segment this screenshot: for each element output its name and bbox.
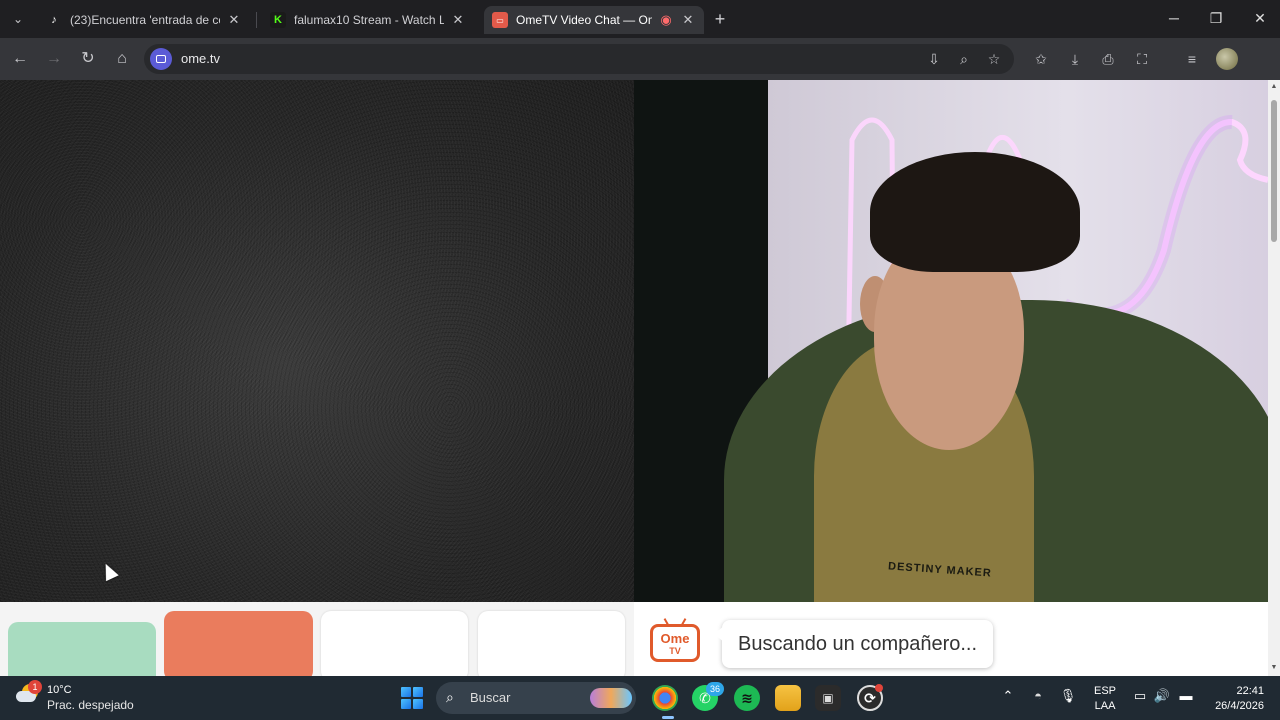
back-icon[interactable]: ←	[8, 47, 32, 71]
translate-icon[interactable]: ⛶	[1132, 49, 1152, 69]
recording-icon: ◉	[660, 12, 672, 27]
url-text[interactable]: ome.tv	[181, 51, 220, 66]
bookmark-star-icon[interactable]: ☆	[984, 49, 1004, 69]
battery-icon[interactable]: ▬	[1176, 688, 1196, 703]
ometv-logo: Ome TV	[650, 618, 700, 662]
file-explorer-icon[interactable]	[775, 685, 801, 711]
home-icon[interactable]: ⌂	[110, 47, 134, 71]
tab-search-chevron-icon[interactable]: ⌄	[6, 7, 30, 31]
whatsapp-badge: 36	[706, 682, 724, 696]
tab-separator	[256, 12, 257, 28]
recording-dot-icon	[875, 684, 883, 692]
tab-strip: ⌄ ♪ (23)Encuentra 'entrada de coke ✕ K f…	[0, 0, 1280, 38]
forward-icon[interactable]: →	[42, 47, 66, 71]
tab-kick[interactable]: K falumax10 Stream - Watch Live ✕	[262, 6, 474, 34]
print-icon[interactable]: ⎙	[1098, 49, 1118, 69]
tab-title: falumax10 Stream - Watch Live	[294, 13, 444, 27]
tab-title: OmeTV Video Chat — Ome	[516, 13, 652, 27]
language-code: ESP	[1094, 685, 1117, 697]
site-info-icon[interactable]	[150, 48, 172, 70]
game-app-icon[interactable]: ▣	[815, 685, 841, 711]
close-tab-icon[interactable]: ✕	[680, 12, 696, 28]
install-app-icon[interactable]: ⇩	[924, 49, 944, 69]
search-icon: ⌕	[446, 689, 454, 705]
reload-icon[interactable]: ↻	[76, 47, 100, 71]
close-window-icon[interactable]: ✕	[1250, 8, 1270, 28]
close-tab-icon[interactable]: ✕	[450, 12, 466, 28]
restore-icon[interactable]: ❐	[1206, 8, 1226, 28]
local-camera-video	[0, 80, 634, 602]
browser-toolbar: ← → ↻ ⌂ ome.tv ⇩ ⌕ ☆ ✩ ⤓ ⎙ ⛶ ≡	[0, 38, 1280, 80]
security-icon[interactable]: ◓	[1028, 688, 1048, 703]
tab-ometv[interactable]: ▭ OmeTV Video Chat — Ome ◉ ✕	[484, 6, 704, 34]
tiktok-icon: ♪	[51, 14, 57, 26]
scroll-up-icon[interactable]: ▲	[1270, 83, 1278, 91]
control-buttons-panel	[0, 602, 634, 676]
chrome-icon[interactable]	[652, 685, 678, 711]
download-icon[interactable]: ⤓	[1065, 49, 1085, 69]
keyboard-layout: LAA	[1094, 700, 1116, 712]
scrollbar-thumb[interactable]	[1271, 100, 1277, 242]
stop-button[interactable]	[164, 611, 313, 676]
spotify-icon[interactable]: ≋	[734, 685, 760, 711]
tab-title: (23)Encuentra 'entrada de coke	[70, 13, 220, 27]
logo-text: TV	[669, 646, 681, 656]
tab-tiktok[interactable]: ♪ (23)Encuentra 'entrada de coke ✕	[38, 6, 250, 34]
zoom-icon[interactable]: ⌕	[954, 49, 974, 69]
network-icon[interactable]: ▭	[1130, 688, 1150, 704]
search-highlight-icon	[590, 688, 632, 708]
taskbar-search[interactable]: ⌕ Buscar	[436, 682, 636, 714]
media-controls-icon[interactable]: ≡	[1182, 49, 1202, 69]
chat-panel: Ome TV Buscando un compañero...	[634, 602, 1268, 676]
scroll-down-icon[interactable]: ▼	[1270, 664, 1278, 672]
weather-temperature[interactable]: 10°C	[47, 684, 72, 696]
show-hidden-icons-chevron-icon[interactable]: ⌃	[998, 688, 1018, 704]
windows-start-icon[interactable]	[401, 687, 423, 709]
remote-partner-video: DESTINY MAKER	[634, 80, 1268, 602]
weather-badge: 1	[28, 680, 42, 694]
search-label: Buscar	[470, 690, 511, 705]
favorites-icon[interactable]: ✩	[1031, 49, 1051, 69]
system-clock[interactable]: 22:41 26/4/2026	[1208, 684, 1264, 714]
page-scrollbar[interactable]: ▲ ▼	[1268, 80, 1280, 676]
minimize-icon[interactable]: ─	[1164, 8, 1184, 28]
option-button[interactable]	[478, 611, 625, 676]
address-bar[interactable]: ome.tv ⇩ ⌕ ☆	[144, 44, 1014, 74]
clock-time: 22:41	[1236, 685, 1264, 697]
status-message: Buscando un compañero...	[713, 620, 994, 668]
logo-text: Ome	[660, 631, 690, 646]
weather-condition[interactable]: Prac. despejado	[47, 698, 134, 712]
close-tab-icon[interactable]: ✕	[226, 12, 242, 28]
volume-icon[interactable]: 🔊	[1152, 688, 1172, 704]
option-button[interactable]	[321, 611, 468, 676]
input-language[interactable]: ESP LAA	[1094, 684, 1116, 714]
microphone-icon[interactable]: 🎙	[1058, 688, 1078, 704]
windows-taskbar: 1 10°C Prac. despejado ⌕ Buscar ✆ 36 ≋ ▣…	[0, 676, 1280, 720]
start-button[interactable]	[8, 622, 156, 676]
profile-avatar[interactable]	[1216, 48, 1238, 70]
ometv-icon: ▭	[492, 12, 508, 28]
ometv-page: DESTINY MAKER ▲ ▼ Ome TV Buscando un com…	[0, 80, 1280, 676]
kick-icon: K	[270, 12, 286, 28]
clock-date: 26/4/2026	[1215, 700, 1264, 712]
new-tab-icon[interactable]: +	[708, 8, 732, 32]
